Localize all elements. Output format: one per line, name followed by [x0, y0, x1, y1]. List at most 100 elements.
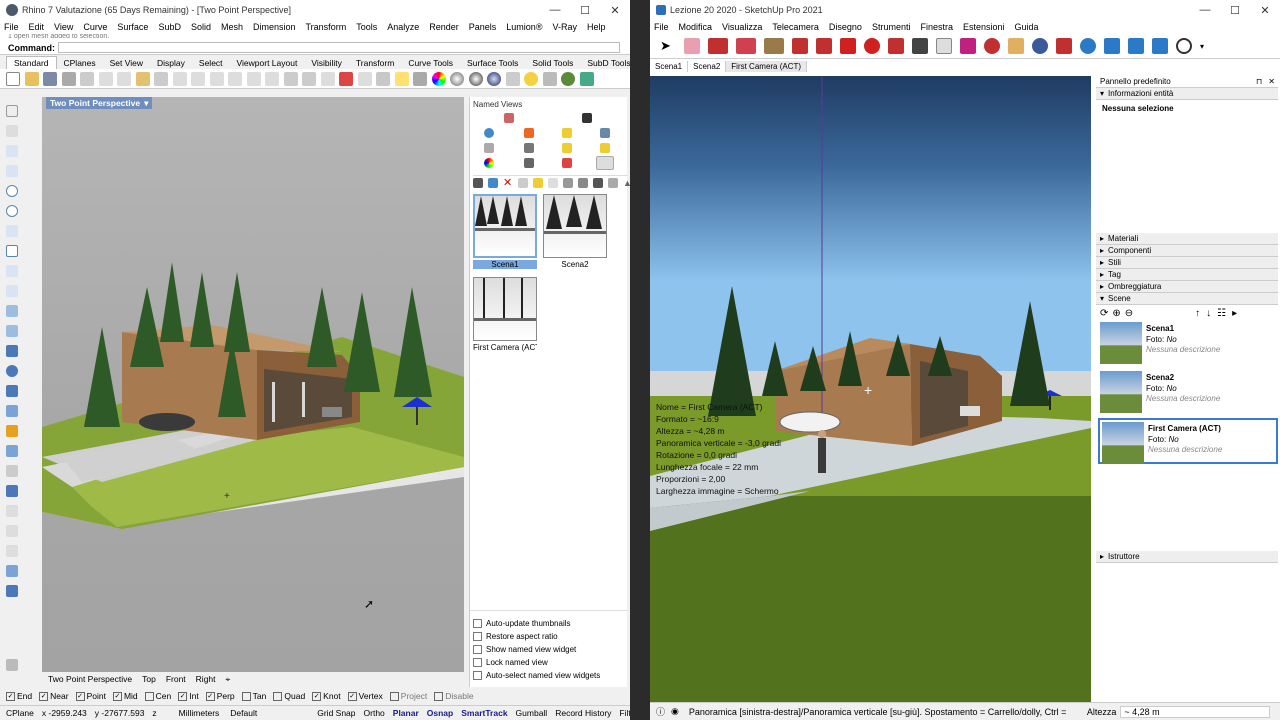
rectangle-tool-icon[interactable] [764, 38, 784, 54]
command-input[interactable] [58, 42, 620, 53]
menu-visualizza[interactable]: Visualizza [722, 22, 762, 32]
zoom-window-icon[interactable] [228, 71, 242, 86]
duplicate-view-icon[interactable] [548, 178, 558, 188]
menu-guida[interactable]: Guida [1015, 22, 1039, 32]
menu-tools[interactable]: Tools [356, 22, 377, 32]
extrude-icon[interactable] [6, 325, 18, 337]
section-stili[interactable]: ▸ Stili [1096, 257, 1278, 269]
bell-icon[interactable] [600, 143, 610, 153]
tab-solid-tools[interactable]: Solid Tools [525, 57, 580, 69]
menu-mesh[interactable]: Mesh [221, 22, 243, 32]
mesh-icon[interactable] [6, 405, 18, 417]
print-icon[interactable] [61, 71, 76, 86]
paint-bucket-icon[interactable] [960, 38, 976, 54]
viewport-tab-perspective[interactable]: Two Point Perspective [48, 674, 132, 684]
geolocation-icon[interactable]: ⓘ [656, 705, 665, 718]
osnap-cen[interactable]: Cen [144, 691, 171, 701]
osnap-point[interactable]: ✓ Point [75, 691, 106, 701]
extension-warehouse-icon[interactable] [1104, 38, 1120, 54]
menu-strumenti[interactable]: Strumenti [872, 22, 911, 32]
tab-display[interactable]: Display [150, 57, 192, 69]
select-arrow-icon[interactable]: ➤ [660, 38, 676, 54]
tab-set-view[interactable]: Set View [103, 57, 150, 69]
refresh-scene-icon[interactable]: ⟳ [1100, 308, 1108, 319]
lock-view-icon[interactable] [578, 178, 588, 188]
osnap-end[interactable]: ✓ End [6, 691, 32, 701]
menu-vray[interactable]: V-Ray [552, 22, 577, 32]
layer-icon[interactable] [376, 71, 390, 86]
menu-dimension[interactable]: Dimension [253, 22, 296, 32]
document-icon[interactable] [484, 143, 494, 153]
circle-icon[interactable] [6, 185, 18, 197]
folder-view-icon[interactable] [533, 178, 543, 188]
shield-icon[interactable] [562, 158, 572, 168]
copy-view-icon[interactable] [518, 178, 528, 188]
fillet-icon[interactable] [6, 505, 18, 517]
menu-render[interactable]: Render [429, 22, 459, 32]
menu-finestra[interactable]: Finestra [920, 22, 953, 32]
grid-layout-icon[interactable] [6, 659, 18, 671]
light-bulb-icon[interactable] [524, 71, 538, 86]
named-view-label-1[interactable]: Scena1 [473, 260, 537, 269]
two-point-perspective-viewport[interactable]: + Two Point Perspective ▾ ➚ [42, 97, 464, 672]
maximize-button[interactable]: ☐ [1220, 4, 1250, 17]
menu-surface[interactable]: Surface [117, 22, 148, 32]
show-named-view-widget-checkbox[interactable]: Show named view widget [473, 645, 576, 654]
select-icon[interactable] [357, 71, 372, 86]
osnap-tan[interactable]: Tan [241, 691, 266, 701]
pin-icon[interactable]: ⊓ [1256, 77, 1262, 86]
transform-icon[interactable] [6, 485, 18, 497]
tab-cplanes[interactable]: CPlanes [57, 57, 103, 69]
rendered-sphere-icon[interactable] [468, 71, 483, 86]
section-componenti[interactable]: ▸ Componenti [1096, 245, 1278, 257]
status-planar[interactable]: Planar [393, 708, 419, 718]
dimension-icon[interactable] [6, 465, 18, 477]
shaded-sphere-icon[interactable] [450, 71, 464, 86]
free-curve-icon[interactable] [6, 285, 18, 297]
entity-info-header[interactable]: ▾ Informazioni entità [1096, 88, 1278, 100]
copy-icon[interactable] [117, 71, 131, 86]
options-icon[interactable] [542, 71, 557, 86]
scale-icon[interactable] [888, 38, 904, 54]
auto-update-thumbnails-checkbox[interactable]: Auto-update thumbnails [473, 619, 571, 628]
collapse-icon[interactable]: ▲ [623, 178, 630, 188]
status-layer[interactable]: Default [230, 708, 257, 718]
scene-card-2[interactable]: Scena2 Foto: No Nessuna descrizione [1098, 369, 1278, 415]
rotate-icon[interactable] [864, 38, 880, 54]
ellipse-icon[interactable] [6, 205, 18, 217]
layers-panel-icon[interactable] [524, 143, 534, 153]
viewport-menu-icon[interactable]: ▾ [144, 98, 148, 109]
push-pull-icon[interactable] [792, 38, 808, 54]
menu-lumion[interactable]: Lumion® [506, 22, 542, 32]
paint-brush-icon[interactable] [504, 113, 514, 123]
tab-standard[interactable]: Standard [6, 56, 57, 69]
camera-view-icon[interactable] [593, 178, 603, 188]
move-down-icon[interactable]: ↓ [1206, 308, 1211, 319]
menu-telecamera[interactable]: Telecamera [772, 22, 819, 32]
block-icon[interactable] [6, 585, 18, 597]
lock-icon[interactable] [413, 71, 427, 86]
view-options-icon[interactable]: ☷ [1217, 308, 1226, 319]
sketchup-viewport[interactable]: + Nome = First Camera (ACT) Formato = ~1… [650, 76, 1091, 702]
tray-close-icon[interactable]: ✕ [1268, 77, 1275, 86]
pan-icon[interactable] [172, 71, 187, 86]
status-osnap[interactable]: Osnap [427, 708, 453, 718]
pencil-icon[interactable] [708, 38, 728, 54]
select-arrow-icon[interactable] [6, 105, 18, 117]
polygon-icon[interactable] [6, 265, 18, 277]
zoom-magnifier-icon[interactable] [1032, 38, 1048, 54]
open-file-icon[interactable] [24, 71, 39, 86]
move-icon[interactable] [840, 38, 856, 54]
text-tool-icon[interactable] [936, 38, 952, 54]
osnap-near[interactable]: ✓ Near [39, 691, 69, 701]
move-up-icon[interactable]: ↑ [1195, 308, 1200, 319]
rhino-title-bar[interactable]: Rhino 7 Valutazione (65 Days Remaining) … [0, 0, 630, 20]
polyline-icon[interactable] [6, 145, 18, 157]
menu-help[interactable]: Help [587, 22, 606, 32]
details-icon[interactable]: ▸ [1232, 308, 1237, 319]
status-record-history[interactable]: Record History [555, 708, 611, 718]
warehouse-icon[interactable] [1080, 38, 1096, 54]
tab-subd-tools[interactable]: SubD Tools [580, 57, 630, 69]
minimize-button[interactable]: — [1190, 4, 1220, 16]
arc-icon[interactable] [6, 225, 18, 237]
